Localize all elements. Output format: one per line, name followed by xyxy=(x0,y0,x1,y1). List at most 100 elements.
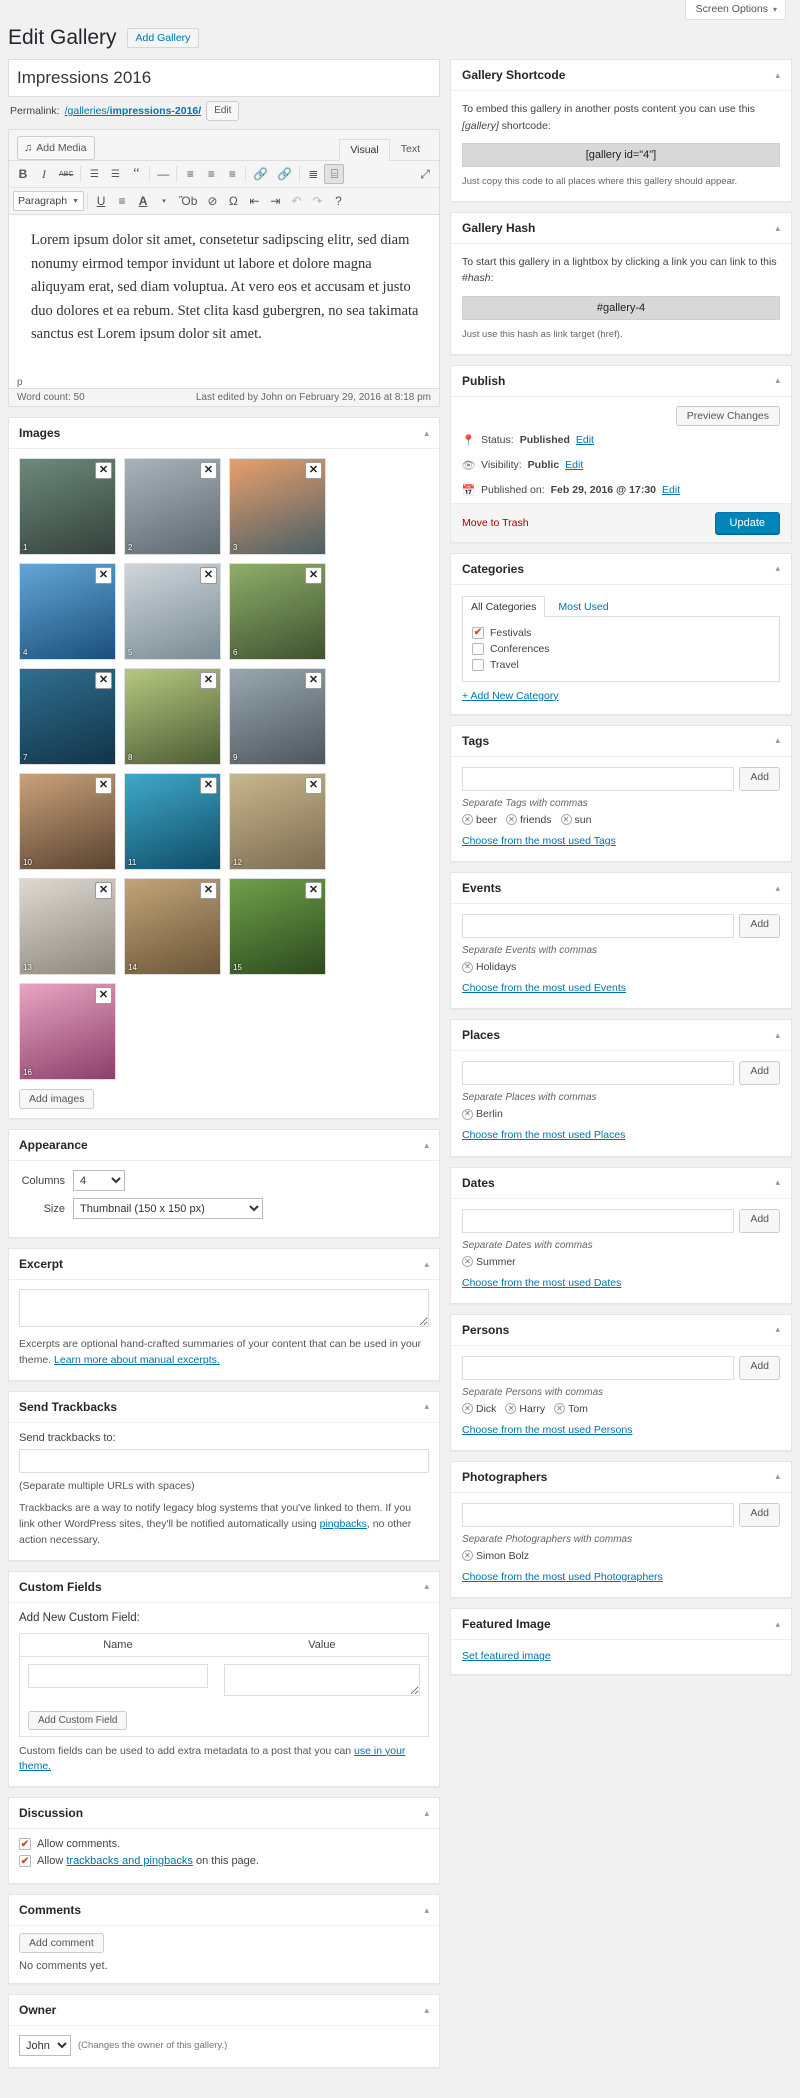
places-input[interactable] xyxy=(462,1061,735,1086)
permalink-edit-button[interactable]: Edit xyxy=(206,101,240,122)
gallery-image-1[interactable]: ✕ 1 xyxy=(19,458,116,556)
dates-add-button[interactable]: Add xyxy=(739,1208,780,1233)
excerpt-help-link[interactable]: Learn more about manual excerpts. xyxy=(54,1354,220,1366)
remove-chip-icon[interactable]: ✕ xyxy=(462,1108,473,1120)
insert-read-more-icon[interactable]: ≣ xyxy=(303,164,323,184)
remove-image-icon[interactable]: ✕ xyxy=(95,777,112,795)
strikethrough-icon[interactable]: ABC xyxy=(55,164,77,184)
remove-chip-icon[interactable]: ✕ xyxy=(560,814,572,826)
gallery-image-2[interactable]: ✕ 2 xyxy=(124,458,221,556)
remove-chip-icon[interactable]: ✕ xyxy=(462,1550,473,1562)
numbered-list-icon[interactable]: ☰ xyxy=(105,164,125,184)
collapse-toggle-icon[interactable]: ▴ xyxy=(775,735,780,746)
gallery-title-input[interactable] xyxy=(9,60,439,97)
status-edit-link[interactable]: Edit xyxy=(576,434,594,446)
category-item-travel[interactable]: Travel xyxy=(472,657,770,673)
redo-icon[interactable]: ↷ xyxy=(307,191,327,211)
allow-comments-checkbox[interactable] xyxy=(19,1838,31,1851)
set-featured-image-link[interactable]: Set featured image xyxy=(462,1650,551,1662)
align-right-icon[interactable]: ≡ xyxy=(222,164,242,184)
gallery-image-8[interactable]: ✕ 8 xyxy=(124,668,221,766)
category-item-festivals[interactable]: Festivals xyxy=(472,625,770,641)
toolbar-toggle-icon[interactable]: ⌸ xyxy=(324,164,345,185)
indent-icon[interactable]: ⇥ xyxy=(265,191,285,211)
gallery-image-6[interactable]: ✕ 6 xyxy=(229,563,326,661)
add-images-button[interactable]: Add images xyxy=(19,1089,95,1110)
undo-icon[interactable]: ↶ xyxy=(286,191,306,211)
allow-pings-row[interactable]: Allow trackbacks and pingbacks on this p… xyxy=(19,1855,429,1868)
collapse-toggle-icon[interactable]: ▴ xyxy=(424,1581,429,1592)
collapse-toggle-icon[interactable]: ▴ xyxy=(424,1140,429,1151)
collapse-toggle-icon[interactable]: ▴ xyxy=(775,1619,780,1630)
custom-field-name-input[interactable] xyxy=(28,1663,208,1688)
category-checkbox[interactable] xyxy=(472,642,484,655)
editor-content-area[interactable]: Lorem ipsum dolor sit amet, consetetur s… xyxy=(9,215,439,376)
gallery-image-3[interactable]: ✕ 3 xyxy=(229,458,326,556)
featured-image-header[interactable]: Featured Image ▴ xyxy=(451,1609,791,1641)
events-header[interactable]: Events ▴ xyxy=(451,873,791,905)
images-postbox-header[interactable]: Images ▴ xyxy=(9,418,439,450)
collapse-toggle-icon[interactable]: ▴ xyxy=(424,1259,429,1270)
insert-link-icon[interactable]: 🔗 xyxy=(249,164,272,184)
pingbacks-link[interactable]: pingbacks xyxy=(320,1518,367,1530)
italic-icon[interactable]: I xyxy=(34,164,54,184)
remove-image-icon[interactable]: ✕ xyxy=(95,987,112,1005)
remove-link-icon[interactable]: 🔗 xyxy=(273,164,296,184)
tab-visual[interactable]: Visual xyxy=(339,139,390,162)
remove-image-icon[interactable]: ✕ xyxy=(200,462,217,480)
places-add-button[interactable]: Add xyxy=(739,1061,780,1086)
persons-add-button[interactable]: Add xyxy=(739,1355,780,1380)
trackbacks-pingbacks-link[interactable]: trackbacks and pingbacks xyxy=(66,1855,193,1867)
excerpt-postbox-header[interactable]: Excerpt ▴ xyxy=(9,1249,439,1281)
special-character-icon[interactable]: Ω xyxy=(223,191,243,211)
collapse-toggle-icon[interactable]: ▴ xyxy=(424,1905,429,1916)
persons-header[interactable]: Persons ▴ xyxy=(451,1315,791,1346)
dates-input[interactable] xyxy=(462,1208,735,1233)
align-center-icon[interactable]: ≡ xyxy=(201,164,221,184)
gallery-hash-header[interactable]: Gallery Hash ▴ xyxy=(451,213,791,245)
collapse-toggle-icon[interactable]: ▴ xyxy=(775,883,780,894)
collapse-toggle-icon[interactable]: ▴ xyxy=(775,1030,780,1041)
gallery-hash-code[interactable]: #gallery-4 xyxy=(462,295,780,320)
collapse-toggle-icon[interactable]: ▴ xyxy=(775,1177,780,1188)
preview-changes-button[interactable]: Preview Changes xyxy=(675,405,780,426)
outdent-icon[interactable]: ⇤ xyxy=(244,191,264,211)
owner-postbox-header[interactable]: Owner ▴ xyxy=(9,1995,439,2027)
photographers-header[interactable]: Photographers ▴ xyxy=(451,1462,791,1493)
add-new-category-link[interactable]: + Add New Category xyxy=(462,690,559,702)
remove-image-icon[interactable]: ✕ xyxy=(305,777,322,795)
remove-image-icon[interactable]: ✕ xyxy=(95,882,112,900)
remove-chip-icon[interactable]: ✕ xyxy=(462,1256,473,1268)
gallery-image-10[interactable]: ✕ 10 xyxy=(19,773,116,871)
category-checkbox[interactable] xyxy=(472,658,484,671)
remove-chip-icon[interactable]: ✕ xyxy=(462,1403,473,1415)
events-most-used-link[interactable]: Choose from the most used Events xyxy=(462,981,626,996)
update-button[interactable]: Update xyxy=(714,511,780,534)
justify-icon[interactable]: ≡ xyxy=(112,191,132,211)
photographers-add-button[interactable]: Add xyxy=(739,1502,780,1527)
blockquote-icon[interactable]: “ xyxy=(126,164,146,184)
places-most-used-link[interactable]: Choose from the most used Places xyxy=(462,1128,625,1143)
owner-select[interactable]: JohnAdminSimon xyxy=(19,2035,71,2057)
gallery-image-11[interactable]: ✕ 11 xyxy=(124,773,221,871)
text-color-picker-icon[interactable]: ▾ xyxy=(154,191,174,211)
text-color-icon[interactable]: A xyxy=(133,191,153,211)
screen-options-tab[interactable]: Screen Options ▾ xyxy=(684,0,786,20)
events-add-button[interactable]: Add xyxy=(739,914,780,939)
tags-most-used-link[interactable]: Choose from the most used Tags xyxy=(462,834,616,849)
category-item-conferences[interactable]: Conferences xyxy=(472,641,770,657)
tags-input[interactable] xyxy=(462,766,735,791)
places-header[interactable]: Places ▴ xyxy=(451,1020,791,1052)
permalink-url[interactable]: /galleries/impressions-2016/ xyxy=(65,105,202,117)
tab-all-categories[interactable]: All Categories xyxy=(462,595,546,617)
collapse-toggle-icon[interactable]: ▴ xyxy=(424,2005,429,2016)
remove-image-icon[interactable]: ✕ xyxy=(200,567,217,585)
gallery-image-15[interactable]: ✕ 15 xyxy=(229,878,326,976)
remove-image-icon[interactable]: ✕ xyxy=(305,672,322,690)
published-edit-link[interactable]: Edit xyxy=(662,484,680,496)
collapse-toggle-icon[interactable]: ▴ xyxy=(424,1401,429,1412)
collapse-toggle-icon[interactable]: ▴ xyxy=(775,223,780,234)
remove-image-icon[interactable]: ✕ xyxy=(305,567,322,585)
remove-image-icon[interactable]: ✕ xyxy=(200,777,217,795)
gallery-shortcode-header[interactable]: Gallery Shortcode ▴ xyxy=(451,60,791,92)
